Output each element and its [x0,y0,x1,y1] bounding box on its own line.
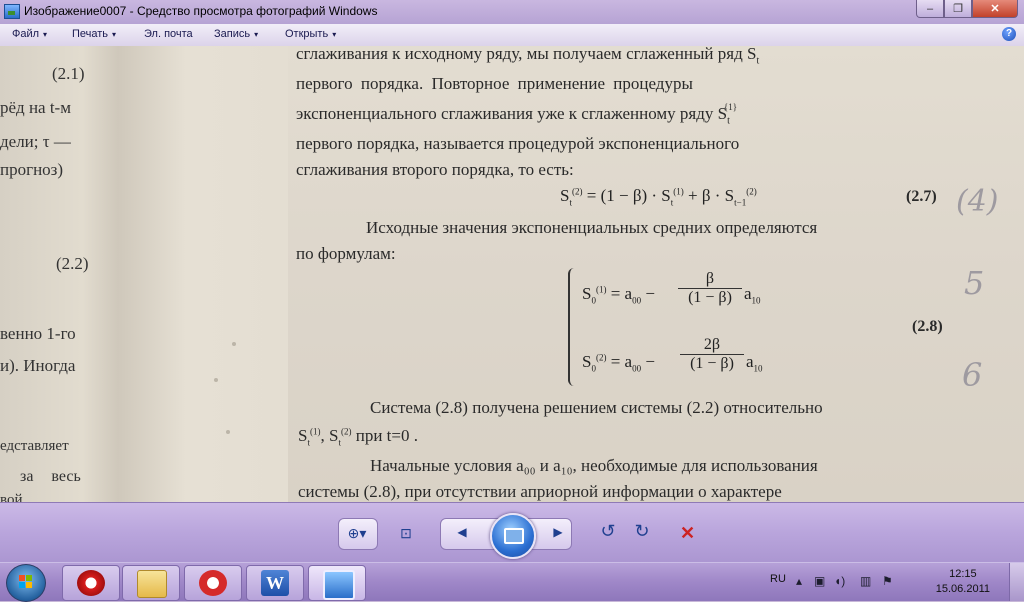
text-line: сглаживания к исходному ряду, мы получае… [296,46,760,67]
left-page-line: дели; τ — [0,132,71,151]
slideshow-button[interactable] [490,513,536,559]
equation-2-8-bottom: S0(2) = a00 − [582,352,655,374]
delete-icon[interactable]: ✕ [680,523,695,544]
menu-bar: Файл ▾ Печать ▾ Эл. почта Запись ▾ Открыть ▾… [0,24,1024,47]
clock-date: 15.06.2011 [935,583,990,595]
text-line: St(1), St(2) при t=0 . [298,426,418,448]
equation-2-8-top: S0(1) = a00 − [582,284,655,306]
margin-note: 6 [962,356,983,394]
system-brace [568,268,578,386]
window-title: Изображение0007 - Средство просмотра фот… [24,4,378,18]
left-page-line: едставляет [0,438,69,454]
left-page-line: за весь [20,468,81,485]
chevron-down-icon: ▾ [43,30,48,39]
finereader-icon [199,570,227,596]
clock[interactable]: 12:15 15.06.2011 [936,567,990,597]
text-line: первого порядка, называется процедурой э… [296,134,740,153]
start-button[interactable] [6,564,46,602]
fraction-top: β (1 − β) [678,270,742,307]
text-line: экспоненциального сглаживания уже к сгла… [296,102,738,127]
menu-email[interactable]: Эл. почта [144,28,193,40]
margin-note: 5 [964,264,985,302]
taskbar-word[interactable]: W [246,565,304,601]
volume-icon[interactable]: ◖) [834,574,845,588]
speck [226,430,230,434]
rotate-right-icon[interactable]: ↻ [632,521,652,542]
equation-2-7: St(2) = (1 − β) · St(1) + β · St−1(2) [560,186,757,208]
zoom-icon: ⊕▾ [347,525,367,541]
minimize-button[interactable]: – [916,0,944,18]
left-page-line: рёд на t-м [0,98,71,117]
word-icon: W [261,570,289,596]
taskbar-opera[interactable] [62,565,120,601]
folder-icon [137,570,167,598]
text-line: Начальные условия a₀₀ и a₁₀, необходимые… [370,456,818,475]
speck [214,378,218,382]
chevron-down-icon: ▾ [332,30,337,39]
left-page-line: вой [0,492,23,502]
left-page-line: прогноз) [0,160,64,179]
windows-logo-icon [19,575,33,589]
menu-file[interactable]: Файл ▾ [12,28,47,40]
taskbar: W RU ▴ ▣ ◖) ▥ ⚑ 12:15 15.06.2011 [0,562,1024,602]
margin-note: (4) [956,184,999,219]
chevron-down-icon: ▾ [112,30,117,39]
help-icon[interactable]: ? [1002,27,1016,41]
photo-viewer-icon [323,570,355,600]
text-line: сглаживания второго порядка, то есть: [296,160,574,179]
clock-time: 12:15 [949,568,977,580]
photo-canvas: (2.1) рёд на t-м дели; τ — прогноз) (2.2… [0,46,1024,502]
device-icon[interactable]: ▣ [814,574,825,588]
opera-icon [77,570,105,596]
page-gutter [118,46,288,502]
language-indicator[interactable]: RU [770,573,786,585]
menu-open[interactable]: Открыть ▾ [285,28,336,40]
show-hidden-icons-icon[interactable]: ▴ [796,574,802,588]
text-line: Исходные значения экспоненциальных средн… [366,218,818,237]
taskbar-explorer[interactable] [122,565,180,601]
viewer-toolbar: ⊕▾ ⊡ ◀ ▶ ↺ ↻ ✕ [0,502,1024,563]
text-line: Система (2.8) получена решением системы … [370,398,823,417]
network-icon[interactable]: ▥ [860,574,871,588]
chevron-down-icon: ▾ [254,30,259,39]
menu-print[interactable]: Печать ▾ [72,28,116,40]
left-page-line: венно 1-го [0,324,76,343]
title-bar: Изображение0007 - Средство просмотра фот… [0,0,1024,25]
system-tray: RU ▴ ▣ ◖) ▥ ⚑ 12:15 15.06.2011 [764,563,1024,601]
restore-button[interactable]: ❐ [944,0,972,18]
text-line: по формулам: [296,244,396,263]
taskbar-photo-viewer[interactable] [308,565,366,601]
fraction-bottom: 2β (1 − β) [680,336,744,373]
rotate-left-icon[interactable]: ↺ [598,521,618,542]
equation-number: (2.8) [912,318,943,335]
equation-2-8-bottom-tail: a10 [746,352,763,374]
left-page-line: и). Иногда [0,356,76,375]
speck [232,342,236,346]
close-button[interactable]: ✕ [972,0,1018,18]
taskbar-finereader[interactable] [184,565,242,601]
left-page-eqno: (2.1) [52,64,85,83]
left-page-eqno: (2.2) [56,254,89,273]
next-icon[interactable]: ▶ [546,525,570,539]
text-line: первого порядка. Повторное применение пр… [296,74,693,93]
caption-buttons: – ❐ ✕ [916,0,1018,18]
menu-burn[interactable]: Запись ▾ [214,28,258,40]
show-desktop-button[interactable] [1009,563,1024,601]
equation-number: (2.7) [906,188,937,205]
text-line: системы (2.8), при отсутствии априорной … [298,482,782,501]
previous-icon[interactable]: ◀ [450,525,474,539]
photo-viewer-icon [4,4,20,19]
fit-window-icon[interactable]: ⊡ [396,525,416,542]
equation-2-8-top-tail: a10 [744,284,761,306]
action-center-flag-icon[interactable]: ⚑ [882,574,893,588]
